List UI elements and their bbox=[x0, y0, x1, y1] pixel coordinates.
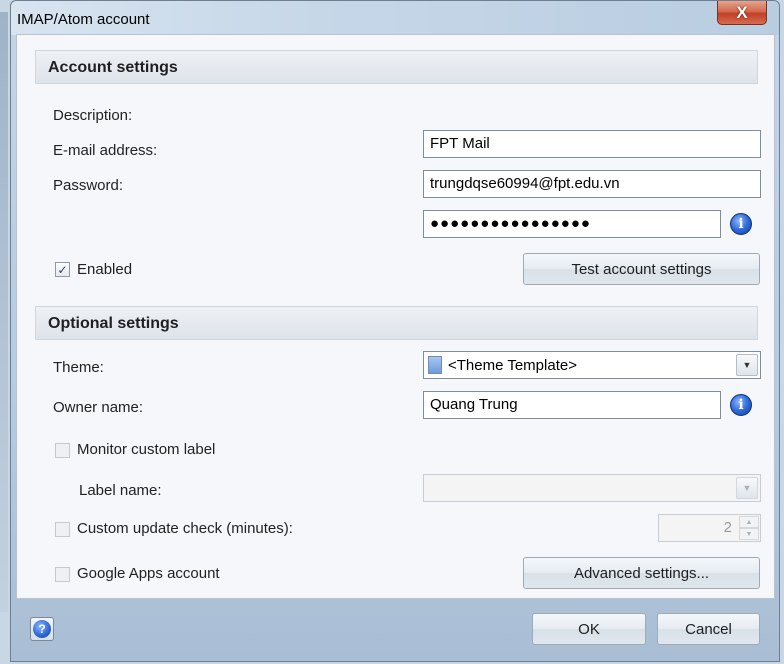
ok-button[interactable]: OK bbox=[532, 613, 646, 645]
password-info-icon[interactable]: i bbox=[730, 213, 752, 235]
owner-name-field[interactable]: Quang Trung bbox=[423, 391, 721, 419]
check-icon: ✓ bbox=[57, 262, 68, 277]
stepper-up-icon[interactable]: ▲ bbox=[739, 516, 759, 528]
password-field[interactable]: ●●●●●●●●●●●●●●●● bbox=[423, 210, 721, 238]
owner-name-label: Owner name: bbox=[53, 399, 144, 416]
google-apps-label: Google Apps account bbox=[77, 565, 220, 582]
close-button[interactable]: X bbox=[717, 1, 767, 25]
label-name-label: Label name: bbox=[79, 482, 162, 499]
email-label: E-mail address: bbox=[53, 142, 158, 159]
theme-label: Theme: bbox=[53, 359, 104, 376]
enabled-checkbox[interactable]: ✓ bbox=[55, 262, 70, 277]
dialog-footer: ? OK Cancel bbox=[16, 599, 775, 657]
background-window-edge bbox=[0, 12, 8, 612]
update-interval-stepper[interactable]: 2 ▲ ▼ bbox=[658, 514, 761, 542]
password-label: Password: bbox=[53, 177, 124, 194]
advanced-settings-button[interactable]: Advanced settings... bbox=[523, 557, 760, 589]
update-interval-value: 2 bbox=[723, 519, 732, 536]
cancel-button[interactable]: Cancel bbox=[657, 613, 760, 645]
custom-update-check-checkbox[interactable] bbox=[55, 522, 70, 537]
theme-swatch-icon bbox=[428, 356, 442, 374]
theme-select[interactable]: <Theme Template> ▼ bbox=[423, 351, 761, 379]
window-title: IMAP/Atom account bbox=[17, 11, 150, 28]
dialog-window: IMAP/Atom account X Account settings Des… bbox=[10, 0, 780, 662]
description-label: Description: bbox=[53, 107, 133, 124]
owner-info-icon[interactable]: i bbox=[730, 394, 752, 416]
close-icon: X bbox=[736, 2, 748, 22]
dialog-content: Account settings Description: FPT Mail E… bbox=[16, 34, 775, 599]
monitor-custom-label-label: Monitor custom label bbox=[77, 441, 216, 458]
google-apps-checkbox[interactable] bbox=[55, 567, 70, 582]
chevron-down-icon[interactable]: ▼ bbox=[736, 354, 758, 376]
account-settings-header: Account settings bbox=[35, 50, 758, 84]
help-icon: ? bbox=[33, 620, 51, 638]
enabled-label: Enabled bbox=[77, 261, 133, 278]
chevron-down-icon[interactable]: ▼ bbox=[736, 477, 758, 499]
custom-update-check-label: Custom update check (minutes): bbox=[77, 520, 293, 537]
stepper-buttons: ▲ ▼ bbox=[739, 516, 759, 540]
theme-select-value: <Theme Template> bbox=[448, 356, 577, 374]
title-bar[interactable]: IMAP/Atom account X bbox=[11, 1, 779, 35]
optional-settings-header: Optional settings bbox=[35, 306, 758, 340]
test-account-settings-button[interactable]: Test account settings bbox=[523, 253, 760, 285]
monitor-custom-label-checkbox[interactable] bbox=[55, 443, 70, 458]
description-field[interactable]: FPT Mail bbox=[423, 130, 761, 158]
email-field[interactable]: trungdqse60994@fpt.edu.vn bbox=[423, 170, 761, 198]
label-name-select[interactable]: ▼ bbox=[423, 474, 761, 502]
help-button[interactable]: ? bbox=[30, 617, 54, 641]
stepper-down-icon[interactable]: ▼ bbox=[739, 528, 759, 540]
